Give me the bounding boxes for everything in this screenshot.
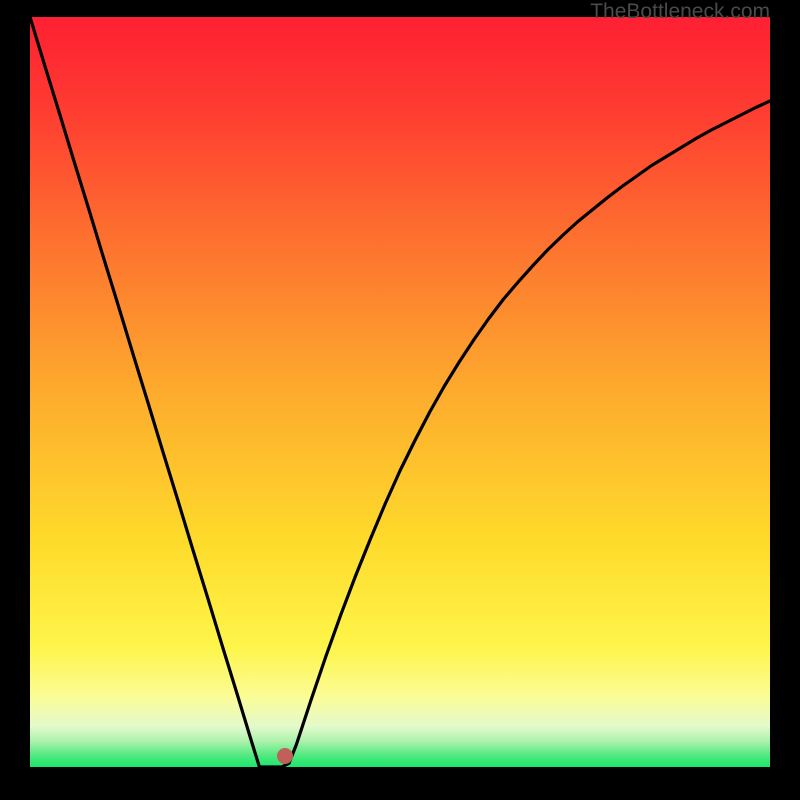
- chart-frame: [30, 17, 770, 767]
- watermark-text: TheBottleneck.com: [590, 0, 770, 24]
- optimal-point-dot: [277, 748, 293, 764]
- gradient-background: [30, 17, 770, 767]
- bottleneck-chart: [30, 17, 770, 767]
